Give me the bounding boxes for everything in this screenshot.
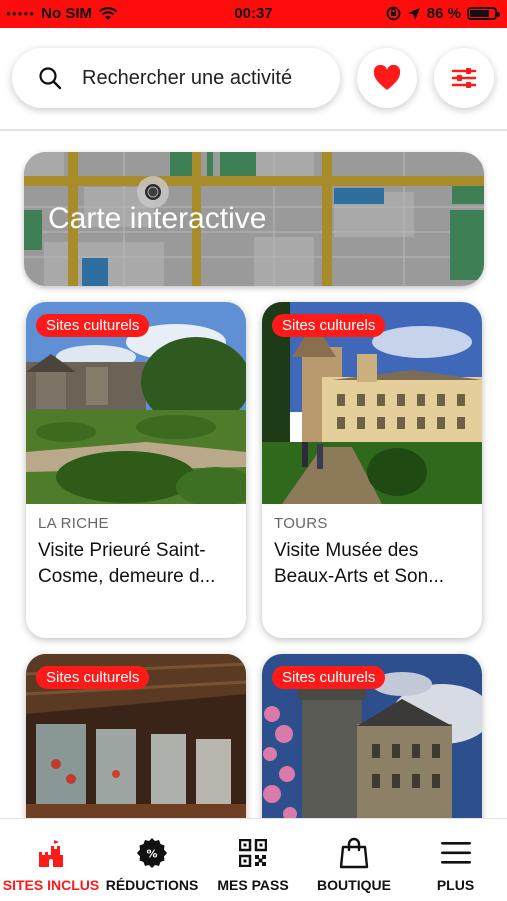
tab-sites-inclus[interactable]: SITES INCLUS <box>0 819 102 901</box>
status-bar: ●●●●● No SIM 00:37 86 % <box>0 0 507 28</box>
card-city: LA RICHE <box>38 515 109 532</box>
category-badge: Sites culturels <box>272 666 386 689</box>
battery-percent: 86 % <box>426 5 461 22</box>
castle-icon <box>39 840 63 867</box>
card-title: Visite Musée des Beaux-Arts et Son... <box>274 540 445 587</box>
filters-button[interactable] <box>434 48 494 108</box>
qr-code-icon <box>239 839 267 867</box>
map-card[interactable]: Carte interactive <box>24 152 484 286</box>
percent-badge-icon: % <box>137 838 167 868</box>
menu-icon <box>440 842 471 864</box>
map-card-title: Carte interactive <box>48 202 267 235</box>
search-icon <box>39 67 62 90</box>
sliders-icon <box>451 68 477 88</box>
search-bar[interactable] <box>12 48 340 108</box>
category-badge: Sites culturels <box>36 666 150 689</box>
search-input[interactable] <box>80 65 324 91</box>
activity-card-musee-beaux-arts[interactable]: Sites culturels TOURS Visite Musée des B… <box>262 302 482 638</box>
category-badge: Sites culturels <box>272 314 386 337</box>
status-right: 86 % <box>386 5 500 22</box>
category-badge: Sites culturels <box>36 314 150 337</box>
tab-mes-pass[interactable]: MES PASS <box>202 819 304 901</box>
header-divider <box>0 129 507 131</box>
tab-reductions[interactable]: % RÉDUCTIONS <box>102 819 202 901</box>
heart-icon <box>373 65 401 90</box>
card-title: Visite Prieuré Saint-Cosme, demeure d... <box>38 540 216 587</box>
tab-label: PLUS <box>436 877 475 893</box>
tab-plus[interactable]: PLUS <box>404 819 507 901</box>
bottom-tab-bar: SITES INCLUS % RÉDUCTIONS MES PASS BOUTI… <box>0 818 507 901</box>
tab-boutique[interactable]: BOUTIQUE <box>304 819 404 901</box>
card-city: TOURS <box>274 515 328 532</box>
battery-fill <box>470 10 489 17</box>
svg-text:%: % <box>146 848 157 861</box>
tab-label: MES PASS <box>217 877 289 893</box>
activity-card-saint-cosme[interactable]: Sites culturels LA RICHE Visite Prieuré … <box>26 302 246 638</box>
favorites-button[interactable] <box>357 48 417 108</box>
battery-icon <box>467 7 500 20</box>
location-arrow-icon <box>407 7 420 20</box>
shopping-bag-icon <box>339 837 369 869</box>
tab-label: SITES INCLUS <box>2 877 100 893</box>
orientation-lock-icon <box>386 6 401 21</box>
tab-label: BOUTIQUE <box>317 877 391 893</box>
tab-label: RÉDUCTIONS <box>105 877 199 893</box>
